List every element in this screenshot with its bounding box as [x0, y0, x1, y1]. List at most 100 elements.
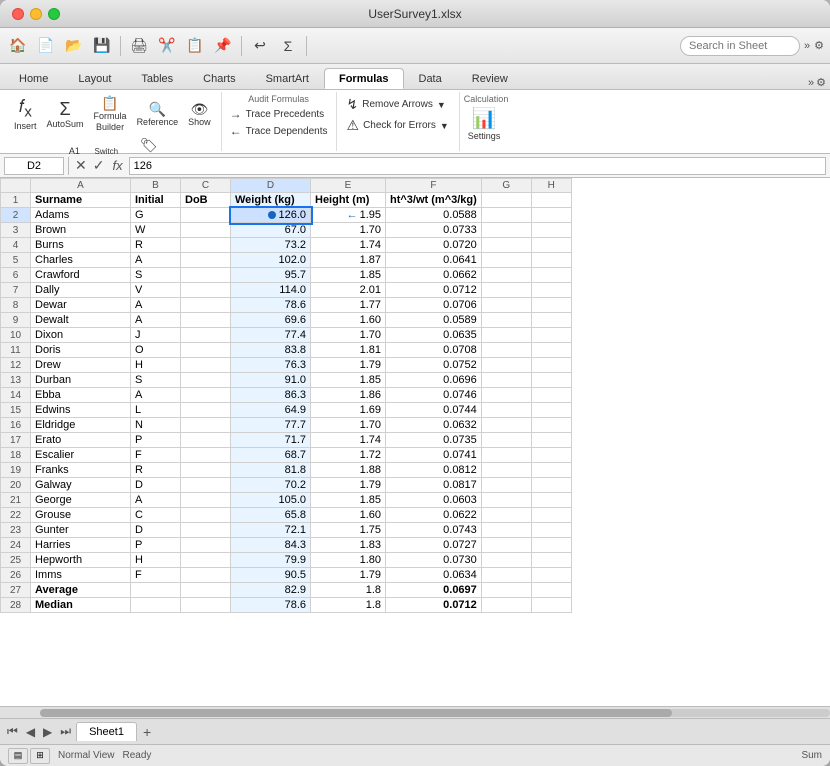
cell-C28[interactable] [181, 598, 231, 613]
cell-E4[interactable]: 1.74 [311, 238, 386, 253]
tab-smartart[interactable]: SmartArt [251, 68, 324, 89]
cell-A11[interactable]: Doris [31, 343, 131, 358]
cell-D16[interactable]: 77.7 [231, 418, 311, 433]
row-header-15[interactable]: 15 [1, 403, 31, 418]
tab-tables[interactable]: Tables [126, 68, 188, 89]
undo-icon[interactable]: ↩ [248, 34, 272, 58]
col-header-b[interactable]: B [131, 179, 181, 193]
cell-G20[interactable] [481, 478, 531, 493]
cell-B11[interactable]: O [131, 343, 181, 358]
cell-C18[interactable] [181, 448, 231, 463]
row-header-4[interactable]: 4 [1, 238, 31, 253]
cell-C19[interactable] [181, 463, 231, 478]
cell-C24[interactable] [181, 538, 231, 553]
cell-D9[interactable]: 69.6 [231, 313, 311, 328]
cell-A12[interactable]: Drew [31, 358, 131, 373]
row-header-22[interactable]: 22 [1, 508, 31, 523]
cell-D22[interactable]: 65.8 [231, 508, 311, 523]
cell-A4[interactable]: Burns [31, 238, 131, 253]
cell-A16[interactable]: Eldridge [31, 418, 131, 433]
cell-D27[interactable]: 82.9 [231, 583, 311, 598]
cell-G21[interactable] [481, 493, 531, 508]
cell-E19[interactable]: 1.88 [311, 463, 386, 478]
cell-C4[interactable] [181, 238, 231, 253]
close-button[interactable] [12, 8, 24, 20]
cell-F19[interactable]: 0.0812 [386, 463, 482, 478]
col-header-h[interactable]: H [531, 179, 571, 193]
cell-E12[interactable]: 1.79 [311, 358, 386, 373]
col-header-g[interactable]: G [481, 179, 531, 193]
cell-A15[interactable]: Edwins [31, 403, 131, 418]
page-layout-btn[interactable]: ⊞ [30, 748, 50, 764]
cell-E5[interactable]: 1.87 [311, 253, 386, 268]
cell-D20[interactable]: 70.2 [231, 478, 311, 493]
cell-A5[interactable]: Charles [31, 253, 131, 268]
cell-D2[interactable]: 126.0 [231, 208, 311, 223]
cell-B19[interactable]: R [131, 463, 181, 478]
cell-D17[interactable]: 71.7 [231, 433, 311, 448]
cell-F3[interactable]: 0.0733 [386, 223, 482, 238]
row-header-27[interactable]: 27 [1, 583, 31, 598]
row-header-28[interactable]: 28 [1, 598, 31, 613]
cell-E6[interactable]: 1.85 [311, 268, 386, 283]
cell-F10[interactable]: 0.0635 [386, 328, 482, 343]
cell-H20[interactable] [531, 478, 571, 493]
spreadsheet[interactable]: A B C D E F G H 1SurnameInitialDoBWeight… [0, 178, 830, 706]
cell-H9[interactable] [531, 313, 571, 328]
row-header-23[interactable]: 23 [1, 523, 31, 538]
cell-D26[interactable]: 90.5 [231, 568, 311, 583]
tab-formulas[interactable]: Formulas [324, 68, 404, 89]
cell-B15[interactable]: L [131, 403, 181, 418]
sheet-nav-next[interactable]: ▶ [40, 723, 55, 741]
cell-B5[interactable]: A [131, 253, 181, 268]
col-header-f[interactable]: F [386, 179, 482, 193]
cell-D6[interactable]: 95.7 [231, 268, 311, 283]
cell-A7[interactable]: Dally [31, 283, 131, 298]
cell-G3[interactable] [481, 223, 531, 238]
cell-D24[interactable]: 84.3 [231, 538, 311, 553]
cell-A27[interactable]: Average [31, 583, 131, 598]
cell-A6[interactable]: Crawford [31, 268, 131, 283]
cell-H5[interactable] [531, 253, 571, 268]
cell-H13[interactable] [531, 373, 571, 388]
cell-F21[interactable]: 0.0603 [386, 493, 482, 508]
cell-E8[interactable]: 1.77 [311, 298, 386, 313]
cell-A28[interactable]: Median [31, 598, 131, 613]
sheet-tab-sheet1[interactable]: Sheet1 [76, 722, 137, 741]
cell-C12[interactable] [181, 358, 231, 373]
cell-D8[interactable]: 78.6 [231, 298, 311, 313]
cell-E25[interactable]: 1.80 [311, 553, 386, 568]
cell-E3[interactable]: 1.70 [311, 223, 386, 238]
cell-E24[interactable]: 1.83 [311, 538, 386, 553]
sheet-nav-first[interactable]: ⏮ [4, 722, 21, 741]
cell-A23[interactable]: Gunter [31, 523, 131, 538]
cell-A20[interactable]: Galway [31, 478, 131, 493]
remove-arrows-dropdown-icon[interactable]: ▼ [437, 100, 446, 110]
cell-C14[interactable] [181, 388, 231, 403]
cell-F15[interactable]: 0.0744 [386, 403, 482, 418]
ribbon-options-btn[interactable]: ⚙ [816, 76, 826, 89]
show-btn[interactable]: 👁 Show [184, 100, 215, 129]
cell-D5[interactable]: 102.0 [231, 253, 311, 268]
cell-reference-input[interactable] [4, 157, 64, 175]
row-header-1[interactable]: 1 [1, 193, 31, 208]
ribbon-expand-btn[interactable]: » [808, 77, 814, 89]
cell-B2[interactable]: G [131, 208, 181, 223]
toolbar-options-button[interactable]: ⚙ [814, 39, 824, 52]
cell-D4[interactable]: 73.2 [231, 238, 311, 253]
cell-H1[interactable] [531, 193, 571, 208]
cell-G28[interactable] [481, 598, 531, 613]
cell-G11[interactable] [481, 343, 531, 358]
cell-A1[interactable]: Surname [31, 193, 131, 208]
cell-E28[interactable]: 1.8 [311, 598, 386, 613]
formula-builder-btn[interactable]: 📋 Formula Builder [90, 94, 131, 134]
cell-B23[interactable]: D [131, 523, 181, 538]
cell-G25[interactable] [481, 553, 531, 568]
cell-B28[interactable] [131, 598, 181, 613]
cell-B1[interactable]: Initial [131, 193, 181, 208]
cell-G6[interactable] [481, 268, 531, 283]
cell-F8[interactable]: 0.0706 [386, 298, 482, 313]
cell-F2[interactable]: 0.0588 [386, 208, 482, 223]
trace-dependents-btn[interactable]: ← Trace Dependents [226, 123, 332, 139]
cell-G13[interactable] [481, 373, 531, 388]
